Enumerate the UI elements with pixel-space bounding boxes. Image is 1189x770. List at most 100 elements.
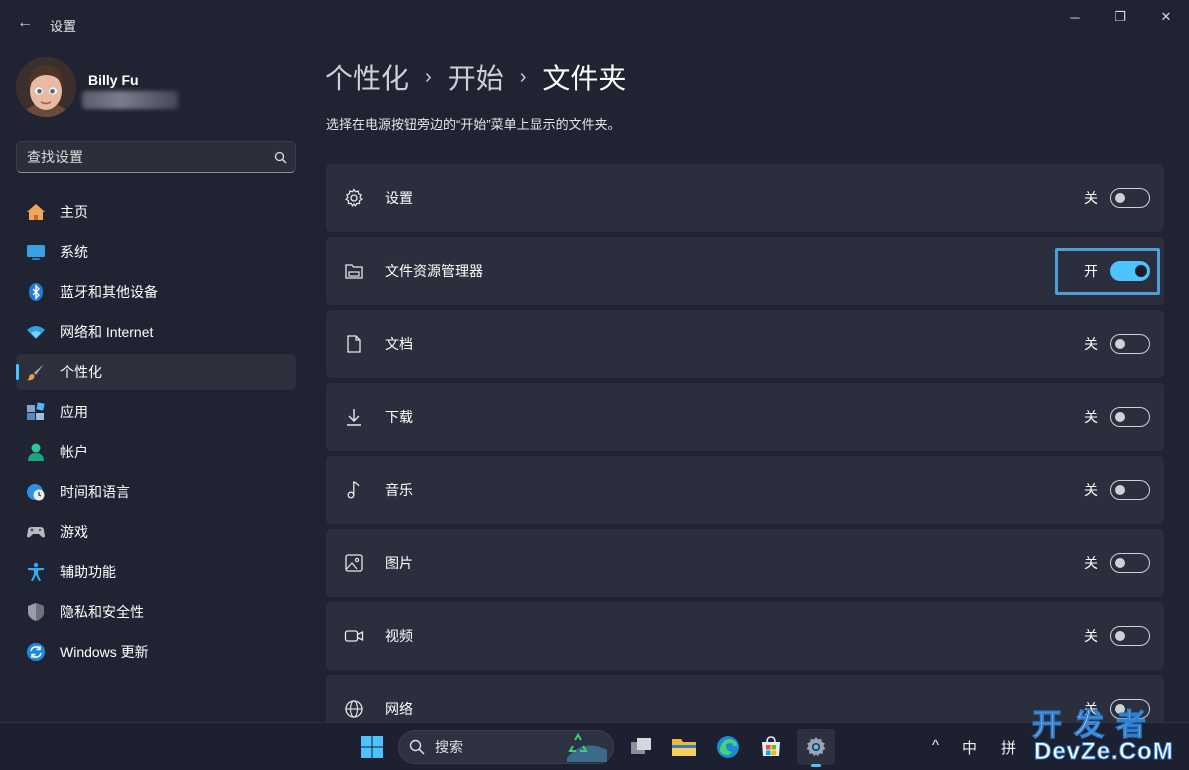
- accessibility-icon: [25, 561, 47, 583]
- sidebar-item-time-language[interactable]: 时间和语言: [16, 474, 296, 510]
- wifi-icon: [25, 321, 47, 343]
- folder-toggle[interactable]: 开: [1084, 237, 1150, 305]
- folder-row-pictures: 图片 关: [326, 529, 1164, 597]
- sidebar-item-gaming[interactable]: 游戏: [16, 514, 296, 550]
- avatar[interactable]: [16, 57, 76, 117]
- toggle-knob: [1115, 485, 1125, 495]
- start-button[interactable]: [353, 729, 391, 765]
- tray-overflow-chevron[interactable]: ^: [932, 737, 939, 754]
- network-globe-icon: [343, 698, 365, 720]
- person-icon: [25, 441, 47, 463]
- close-button[interactable]: ✕: [1152, 6, 1180, 28]
- page-title: 文件夹: [542, 63, 627, 94]
- folder-toggle[interactable]: 关: [1084, 529, 1150, 597]
- sidebar-item-system[interactable]: 系统: [16, 234, 296, 270]
- sidebar-item-label: 辅助功能: [60, 564, 116, 580]
- folder-row-videos: 视频 关: [326, 602, 1164, 670]
- folder-label: 设置: [385, 190, 413, 206]
- sidebar-item-home[interactable]: 主页: [16, 194, 296, 230]
- folder-label: 网络: [385, 701, 413, 717]
- store-button[interactable]: [752, 729, 790, 765]
- home-icon: [25, 201, 47, 223]
- restore-icon: ❐: [1114, 9, 1126, 24]
- toggle-switch[interactable]: [1110, 480, 1150, 500]
- toggle-state-text: 关: [1084, 336, 1098, 352]
- minimize-button[interactable]: ─: [1061, 6, 1089, 28]
- sidebar-item-label: 隐私和安全性: [60, 604, 144, 620]
- ime-mode-indicator[interactable]: 中: [962, 737, 977, 758]
- folder-list: 设置 关 文件资源管理器 开 文档 关 下载 关 音乐 关 图片 关 视频 关 …: [326, 164, 1164, 722]
- music-note-icon: [343, 479, 365, 501]
- user-name: Billy Fu: [88, 72, 139, 88]
- breadcrumb-start[interactable]: 开始: [448, 57, 504, 97]
- watermark: 开发者 DevZe.CoM: [1032, 700, 1187, 768]
- toggle-state-text: 关: [1084, 482, 1098, 498]
- bluetooth-icon: [25, 281, 47, 303]
- sidebar-item-label: 游戏: [60, 524, 88, 540]
- folder-toggle[interactable]: 关: [1084, 310, 1150, 378]
- sidebar-item-label: 主页: [60, 204, 88, 220]
- title-bar: ← 设置 ─ ❐ ✕: [0, 0, 1189, 48]
- windows-logo-icon: [361, 736, 383, 758]
- folder-toggle[interactable]: 关: [1084, 456, 1150, 524]
- breadcrumb: 个性化 › 开始 › 文件夹: [325, 57, 626, 97]
- settings-search[interactable]: [16, 141, 296, 173]
- display-icon: [25, 241, 47, 263]
- taskbar-search[interactable]: 搜索: [398, 730, 614, 764]
- folder-row-documents: 文档 关: [326, 310, 1164, 378]
- file-explorer-taskbar-button[interactable]: [665, 729, 703, 765]
- gear-icon: [343, 187, 365, 209]
- sidebar-item-label: 个性化: [60, 364, 102, 380]
- sidebar-item-bluetooth[interactable]: 蓝牙和其他设备: [16, 274, 296, 310]
- edge-button[interactable]: [709, 729, 747, 765]
- gamepad-icon: [25, 521, 47, 543]
- sidebar-item-accounts[interactable]: 帐户: [16, 434, 296, 470]
- sidebar-item-personalization[interactable]: 个性化: [16, 354, 296, 390]
- toggle-switch[interactable]: [1110, 407, 1150, 427]
- toggle-state-text: 关: [1084, 555, 1098, 571]
- page-description: 选择在电源按钮旁边的“开始”菜单上显示的文件夹。: [326, 117, 621, 132]
- maximize-button[interactable]: ❐: [1106, 6, 1134, 28]
- file-explorer-icon: [343, 260, 365, 282]
- folder-toggle[interactable]: 关: [1084, 383, 1150, 451]
- back-arrow-icon: ←: [17, 14, 33, 31]
- folder-toggle[interactable]: 关: [1084, 602, 1150, 670]
- sidebar-item-label: 时间和语言: [60, 484, 130, 500]
- active-app-indicator: [811, 764, 821, 767]
- sidebar-item-apps[interactable]: 应用: [16, 394, 296, 430]
- back-button[interactable]: ←: [14, 12, 36, 34]
- sidebar-item-network[interactable]: 网络和 Internet: [16, 314, 296, 350]
- search-icon[interactable]: [265, 151, 295, 164]
- folder-label: 文档: [385, 336, 413, 352]
- toggle-switch[interactable]: [1110, 334, 1150, 354]
- toggle-switch[interactable]: [1110, 553, 1150, 573]
- brush-icon: [25, 361, 47, 383]
- breadcrumb-separator: ›: [425, 65, 432, 88]
- store-icon: [762, 736, 780, 756]
- sidebar-item-label: 帐户: [60, 444, 88, 460]
- task-view-button[interactable]: [622, 729, 660, 765]
- folder-label: 音乐: [385, 482, 413, 498]
- ime-type-indicator[interactable]: 拼: [1001, 737, 1016, 758]
- folder-row-settings: 设置 关: [326, 164, 1164, 232]
- edge-icon: [717, 736, 739, 758]
- close-icon: ✕: [1160, 9, 1172, 24]
- globe-clock-icon: [25, 481, 47, 503]
- sidebar-item-windows-update[interactable]: Windows 更新: [16, 634, 296, 670]
- breadcrumb-personalization[interactable]: 个性化: [325, 57, 409, 97]
- toggle-switch[interactable]: [1110, 261, 1150, 281]
- folder-label: 视频: [385, 628, 413, 644]
- user-email-redacted: [82, 91, 178, 109]
- toggle-knob: [1135, 265, 1147, 277]
- shield-icon: [25, 601, 47, 623]
- settings-taskbar-button[interactable]: [797, 729, 835, 767]
- task-view-icon: [631, 738, 651, 754]
- toggle-switch[interactable]: [1110, 626, 1150, 646]
- folder-toggle[interactable]: 关: [1084, 164, 1150, 232]
- toggle-switch[interactable]: [1110, 188, 1150, 208]
- sidebar-item-privacy[interactable]: 隐私和安全性: [16, 594, 296, 630]
- sidebar-item-accessibility[interactable]: 辅助功能: [16, 554, 296, 590]
- search-input[interactable]: [17, 149, 265, 165]
- sidebar: Billy Fu 主页 系统 蓝牙和其他设备 网络和 Internet 个性化: [0, 48, 310, 722]
- toggle-state-text: 关: [1084, 628, 1098, 644]
